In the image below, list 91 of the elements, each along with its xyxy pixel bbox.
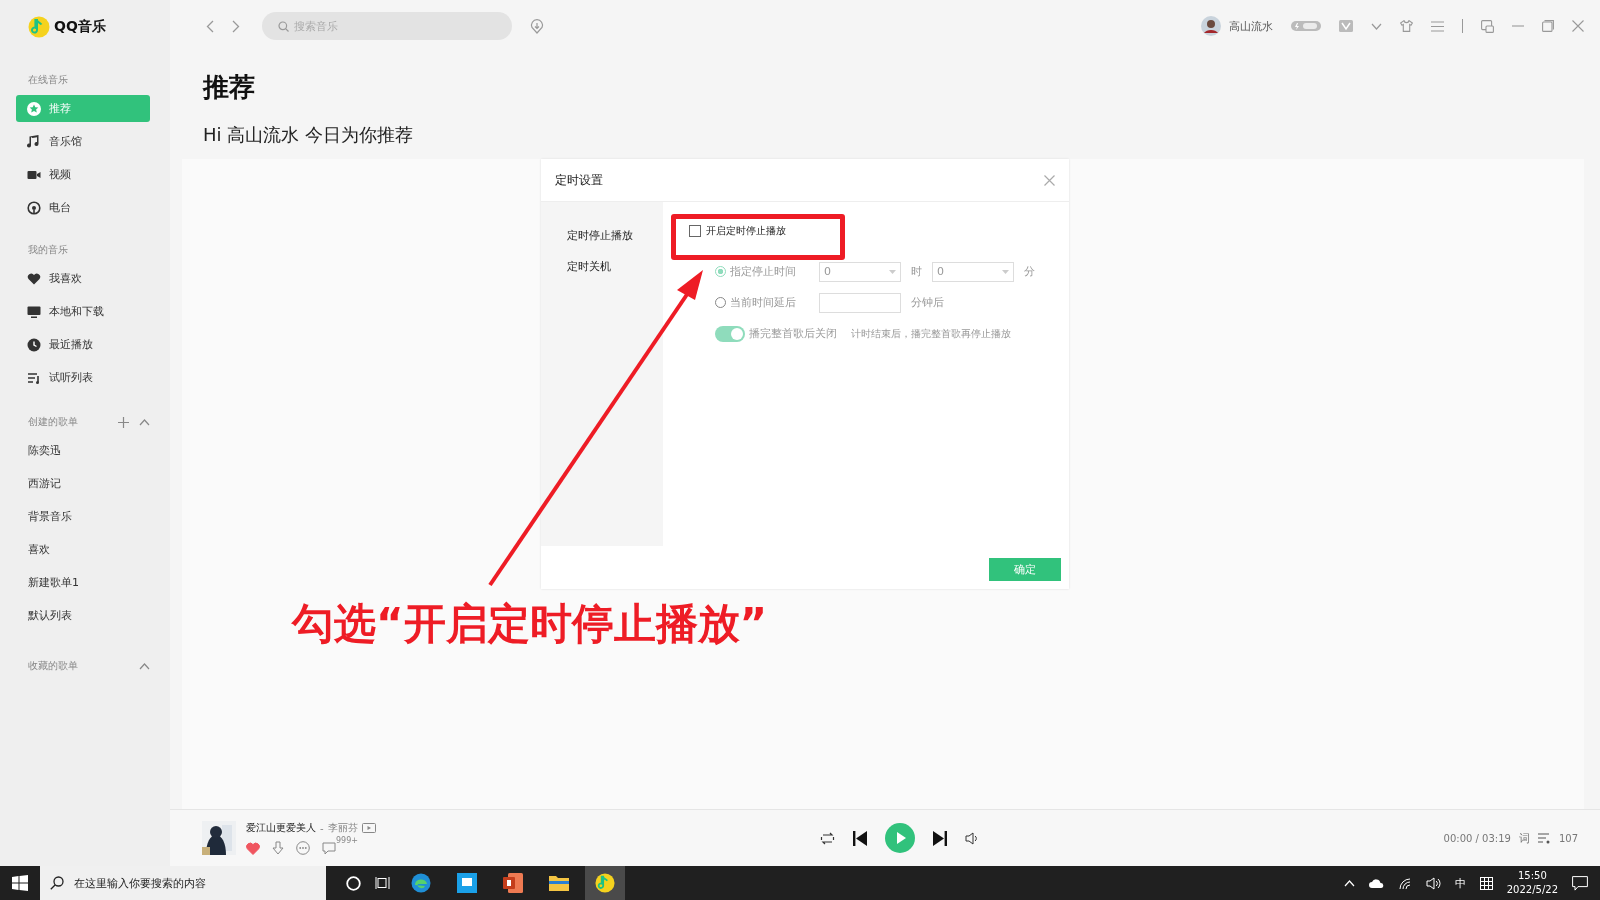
add-icon[interactable]	[118, 416, 129, 428]
sidebar-item[interactable]: 本地和下载	[16, 298, 150, 325]
heart-icon[interactable]	[246, 841, 260, 855]
maximize-icon[interactable]	[1542, 20, 1554, 32]
app-name: QQ音乐	[54, 18, 106, 36]
caret-icon	[1002, 269, 1009, 274]
page-title: 推荐	[201, 71, 256, 104]
task-view-icon[interactable]	[375, 876, 391, 890]
playlist-item[interactable]: 新建歌单1	[16, 566, 170, 599]
repeat-icon[interactable]	[820, 831, 835, 845]
search-icon	[278, 21, 289, 32]
hint-text: 计时结束后，播完整首歌再停止播放	[851, 326, 1011, 341]
queue-count: 107	[1558, 832, 1578, 844]
section-title: 创建的歌单	[28, 415, 78, 429]
dialog-title: 定时设置	[555, 171, 603, 189]
browser-icon[interactable]	[411, 873, 431, 893]
shirt-icon[interactable]	[1400, 20, 1413, 32]
sidebar-item[interactable]: 我喜欢	[16, 265, 150, 292]
sidebar-item[interactable]: 最近播放	[16, 331, 150, 358]
sidebar-item[interactable]: 电台	[16, 194, 150, 221]
play-button[interactable]	[885, 823, 915, 853]
unit-label: 时	[911, 264, 922, 279]
section-title: 我的音乐	[27, 243, 69, 257]
greeting-text: Hi 高山流水 今日为你推荐	[202, 123, 414, 147]
keyboard-grid-icon[interactable]	[1479, 876, 1493, 890]
annotation-text: 勾选“开启定时停止播放”	[292, 598, 768, 650]
playlist-item[interactable]: 默认列表	[16, 599, 170, 632]
caret-icon	[889, 269, 896, 274]
next-icon[interactable]	[933, 830, 947, 846]
sidebar-item[interactable]: 音乐馆	[16, 128, 150, 155]
unit-label: 分	[1024, 264, 1035, 279]
playlist-item[interactable]: 喜欢	[16, 533, 170, 566]
song-title[interactable]: 爱江山更爱美人	[246, 821, 316, 835]
menu-icon[interactable]	[1431, 20, 1444, 32]
more-icon[interactable]	[296, 841, 310, 855]
chevron-up-icon[interactable]	[1343, 879, 1355, 887]
monitor-icon	[27, 304, 41, 319]
section-title: 收藏的歌单	[28, 659, 78, 673]
logo-icon	[28, 16, 50, 38]
wifi-icon[interactable]	[1397, 877, 1412, 889]
volume-icon[interactable]	[965, 831, 979, 845]
section-title: 在线音乐	[27, 73, 69, 87]
collapse-caret-icon[interactable]	[139, 418, 150, 426]
mv-icon[interactable]	[361, 823, 376, 833]
vip-badge-icon	[1339, 20, 1353, 32]
download-icon[interactable]	[530, 18, 544, 34]
playlist-item[interactable]: 陈奕迅	[16, 434, 170, 467]
star-icon	[27, 101, 41, 116]
close-icon[interactable]	[1572, 20, 1584, 32]
comment-icon[interactable]	[322, 841, 336, 855]
search-icon	[50, 876, 64, 890]
avatar-icon[interactable]	[1201, 16, 1221, 36]
user-name[interactable]: 高山流水	[1229, 18, 1273, 34]
taskbar-search-field[interactable]: 在这里输入你要搜索的内容	[40, 866, 326, 900]
note-icon	[27, 134, 41, 149]
previous-icon[interactable]	[853, 830, 867, 846]
music-app-icon[interactable]	[595, 873, 615, 893]
notification-icon[interactable]	[1572, 875, 1588, 891]
playlist-icon[interactable]	[1537, 832, 1551, 844]
clock-time[interactable]: 15:50	[1517, 869, 1547, 883]
clock-date[interactable]: 2022/5/22	[1506, 883, 1558, 897]
ime-indicator[interactable]: 中	[1454, 875, 1466, 891]
unit-label: 分钟后	[911, 295, 944, 310]
separator-text: -	[320, 822, 324, 834]
lyrics-toggle[interactable]: 词	[1518, 830, 1530, 846]
playlist-item[interactable]: 背景音乐	[16, 500, 170, 533]
start-icon[interactable]	[12, 875, 28, 891]
dropdown-caret-icon[interactable]	[1371, 22, 1382, 30]
back-icon[interactable]	[206, 19, 214, 33]
mini-mode-icon[interactable]	[1481, 19, 1494, 33]
volume-icon[interactable]	[1425, 876, 1441, 890]
cortana-icon[interactable]	[346, 875, 361, 891]
slides-app-icon[interactable]	[503, 873, 523, 893]
clock-icon	[27, 337, 41, 352]
collapse-caret-icon[interactable]	[139, 662, 150, 670]
folder-icon[interactable]	[549, 874, 569, 892]
level-badge-icon	[1291, 20, 1321, 32]
store-icon[interactable]	[457, 873, 477, 893]
cloud-icon[interactable]	[1368, 878, 1384, 888]
radio-icon	[27, 200, 41, 215]
sidebar-item[interactable]: 视频	[16, 161, 150, 188]
playlist-item[interactable]: 西游记	[16, 467, 170, 500]
close-icon[interactable]	[1044, 174, 1055, 186]
forward-icon[interactable]	[232, 19, 240, 33]
playback-time: 00:00 / 03:19	[1443, 832, 1511, 844]
sidebar-item[interactable]: 试听列表	[16, 364, 150, 391]
list-icon	[27, 370, 41, 385]
download-icon[interactable]	[272, 841, 284, 855]
comment-count: 999+	[336, 835, 358, 845]
artist-name[interactable]: 李丽芬	[327, 821, 358, 835]
heart-icon	[27, 271, 41, 286]
